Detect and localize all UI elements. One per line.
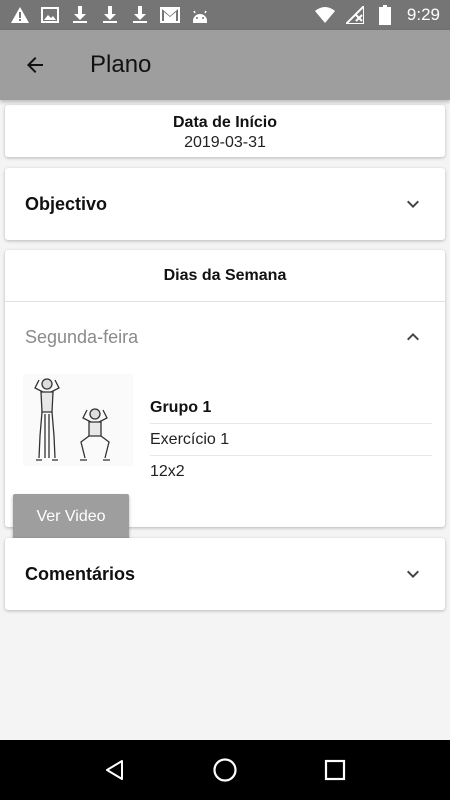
dias-semana-title: Dias da Semana — [5, 250, 445, 302]
app-bar: Plano — [0, 30, 450, 100]
exercise-item: Ver Video Grupo 1 Exercício 1 12x2 — [5, 372, 445, 540]
nav-recents-button[interactable] — [315, 750, 355, 790]
notification-icons — [10, 5, 210, 25]
status-time: 9:29 — [406, 5, 440, 24]
chevron-down-icon — [401, 562, 425, 586]
start-date-value: 2019-03-31 — [184, 134, 266, 151]
start-date-card: Data de Início 2019-03-31 — [5, 105, 445, 157]
gmail-icon — [160, 5, 180, 25]
home-circle-icon — [213, 758, 237, 782]
download-icon — [130, 5, 150, 25]
status-bar: 9:29 — [0, 0, 450, 30]
exercise-name: Exercício 1 — [150, 424, 432, 456]
nav-home-button[interactable] — [205, 750, 245, 790]
page-title: Plano — [90, 51, 152, 78]
back-button[interactable] — [15, 45, 55, 85]
android-icon — [190, 5, 210, 25]
download-icon — [100, 5, 120, 25]
comentarios-section[interactable]: Comentários — [5, 538, 445, 610]
plan-content[interactable]: Data de Início 2019-03-31 Objectivo Dias… — [0, 100, 450, 740]
day-section-segunda-feira[interactable]: Segunda-feira — [5, 302, 445, 372]
warning-icon — [10, 5, 30, 25]
nav-back-button[interactable] — [95, 750, 135, 790]
exercise-details: Grupo 1 Exercício 1 12x2 — [150, 392, 432, 488]
chevron-up-icon — [401, 325, 425, 349]
system-icons: 9:29 — [314, 5, 440, 25]
image-icon — [40, 5, 60, 25]
back-triangle-icon — [106, 760, 123, 780]
recents-square-icon — [324, 759, 346, 781]
no-signal-icon — [345, 5, 365, 25]
download-icon — [70, 5, 90, 25]
squat-exercise-image — [23, 374, 133, 466]
ver-video-button[interactable]: Ver Video — [13, 494, 129, 540]
battery-icon — [375, 5, 395, 25]
objectivo-section[interactable]: Objectivo — [5, 168, 445, 240]
arrow-left-icon — [27, 57, 43, 73]
comentarios-label: Comentários — [25, 563, 136, 584]
wifi-icon — [314, 5, 335, 25]
objectivo-label: Objectivo — [25, 193, 108, 214]
navigation-bar — [0, 740, 450, 800]
dias-semana-card: Dias da Semana Segunda-feira Ver Video G… — [5, 250, 445, 540]
day-label: Segunda-feira — [25, 326, 139, 347]
chevron-down-icon — [401, 192, 425, 216]
exercise-reps: 12x2 — [150, 463, 185, 480]
exercise-group: Grupo 1 — [150, 392, 432, 424]
start-date-label: Data de Início — [172, 114, 278, 131]
